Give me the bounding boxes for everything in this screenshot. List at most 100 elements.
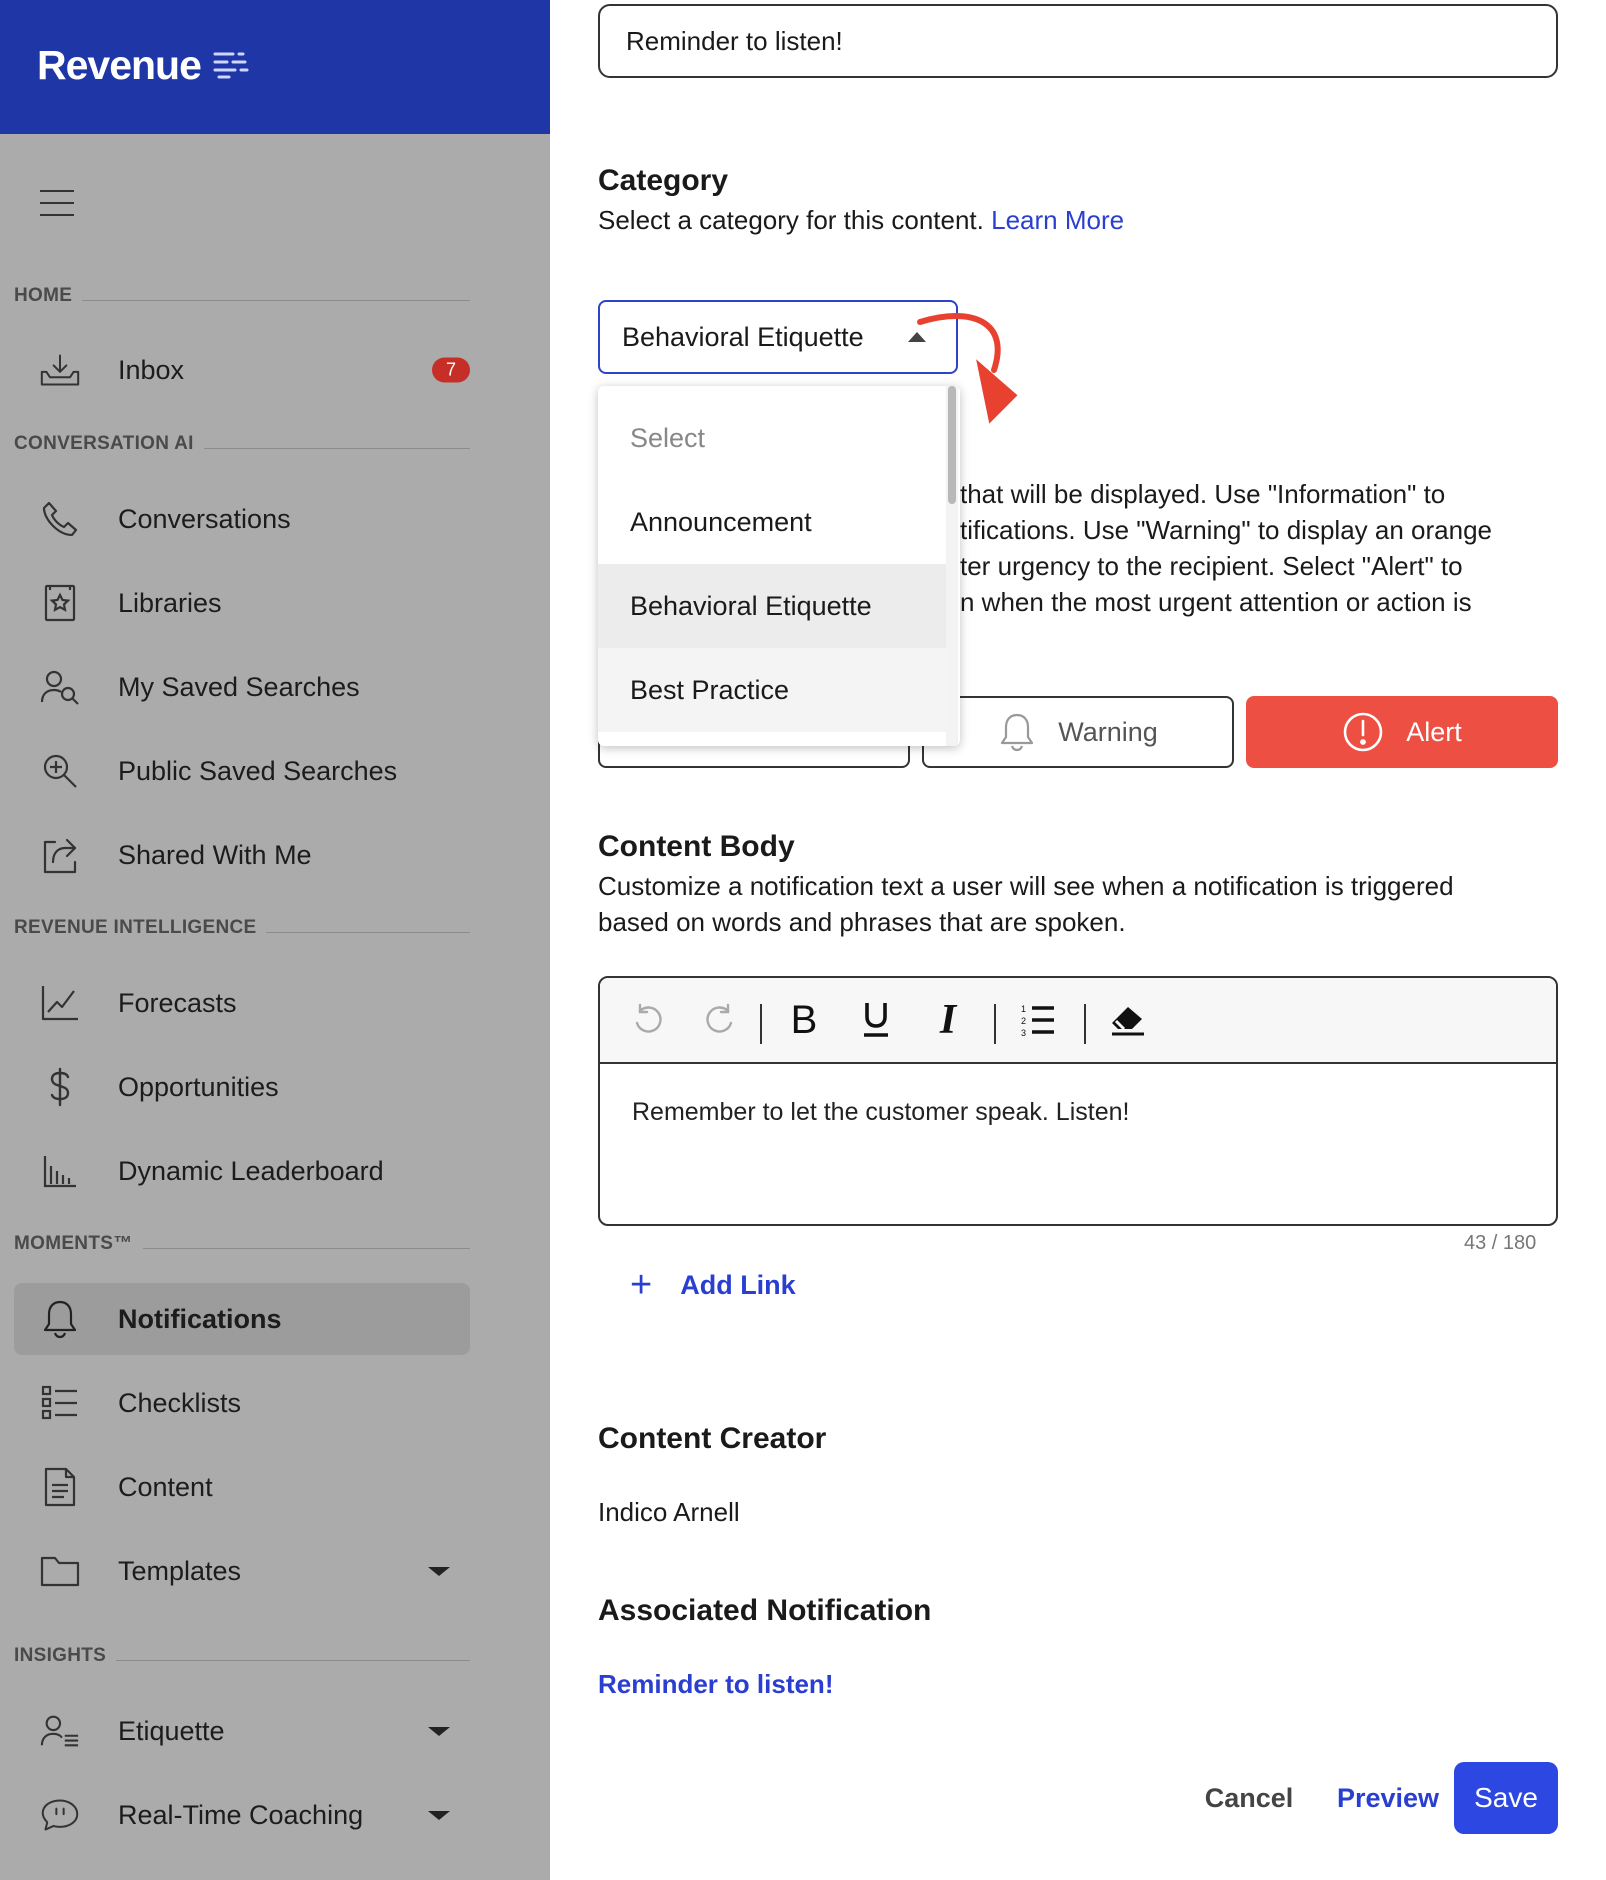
sidebar-item-dynamic-leaderboard-label: Dynamic Leaderboard <box>118 1155 384 1186</box>
undo-icon[interactable] <box>624 996 672 1044</box>
sidebar-item-conversations[interactable]: Conversations <box>14 483 470 555</box>
dropdown-scrollbar-thumb[interactable] <box>948 386 956 504</box>
section-insights: INSIGHTS <box>14 1644 470 1668</box>
chevron-down-icon[interactable] <box>428 1811 450 1820</box>
chat-bubble-icon <box>40 1795 80 1835</box>
rich-text-editor[interactable]: B I 1 2 3 Remember to let the customer s… <box>598 976 1558 1226</box>
zoom-search-icon <box>40 751 80 791</box>
dropdown-option-announcement[interactable]: Announcement <box>598 480 946 564</box>
dropdown-scrollbar[interactable] <box>946 386 958 746</box>
sidebar-item-real-time-coaching[interactable]: Real-Time Coaching <box>14 1779 470 1851</box>
save-button[interactable]: Save <box>1454 1762 1558 1834</box>
folder-icon <box>40 1551 80 1591</box>
sidebar-item-forecasts-label: Forecasts <box>118 987 237 1018</box>
sidebar-item-shared-with-me[interactable]: Shared With Me <box>14 819 470 891</box>
italic-icon[interactable]: I <box>924 996 972 1044</box>
dollar-icon <box>40 1067 80 1107</box>
sidebar-item-libraries[interactable]: Libraries <box>14 567 470 639</box>
numbered-list-icon[interactable]: 1 2 3 <box>1014 996 1062 1044</box>
inbox-count-badge: 7 <box>431 357 470 383</box>
sidebar-item-inbox-label: Inbox <box>118 354 185 385</box>
sidebar-item-dynamic-leaderboard[interactable]: Dynamic Leaderboard <box>14 1135 470 1207</box>
content-creator-heading: Content Creator <box>598 1422 827 1455</box>
sidebar-item-content[interactable]: Content <box>14 1451 470 1523</box>
severity-alert-label: Alert <box>1406 716 1462 747</box>
share-icon <box>40 835 80 875</box>
eraser-icon[interactable] <box>1104 996 1152 1044</box>
menu-toggle-icon[interactable] <box>40 190 74 220</box>
bold-icon[interactable]: B <box>780 996 828 1044</box>
cancel-button[interactable]: Cancel <box>1194 1762 1304 1834</box>
chevron-down-icon[interactable] <box>428 1727 450 1736</box>
section-moments: MOMENTS™ <box>14 1232 470 1256</box>
section-moments-label: MOMENTS™ <box>14 1233 133 1254</box>
checklist-icon <box>40 1383 80 1423</box>
brand-logo-icon <box>213 52 249 79</box>
sidebar-item-forecasts[interactable]: Forecasts <box>14 967 470 1039</box>
sidebar-item-checklists-label: Checklists <box>118 1387 242 1418</box>
content-body-heading: Content Body <box>598 830 795 863</box>
sidebar-item-conversations-label: Conversations <box>118 503 291 534</box>
section-home-label: HOME <box>14 285 73 306</box>
brand-bar: Revenue <box>0 0 550 134</box>
learn-more-link[interactable]: Learn More <box>991 205 1124 235</box>
sidebar-item-inbox[interactable]: Inbox 7 <box>14 334 470 406</box>
sidebar-item-opportunities[interactable]: Opportunities <box>14 1051 470 1123</box>
character-counter: 43 / 180 <box>1464 1232 1537 1254</box>
sidebar-item-real-time-coaching-label: Real-Time Coaching <box>118 1799 364 1830</box>
category-select[interactable]: Behavioral Etiquette <box>598 300 958 374</box>
severity-description-line-4: n when the most urgent attention or acti… <box>960 587 1472 617</box>
section-insights-label: INSIGHTS <box>14 1645 107 1666</box>
content-body-description: Customize a notification text a user wil… <box>598 868 1454 940</box>
severity-description: that will be displayed. Use "Information… <box>960 476 1600 620</box>
severity-warning-label: Warning <box>1058 716 1158 747</box>
severity-warning-button[interactable]: Warning <box>922 696 1234 768</box>
category-dropdown-menu: Select Announcement Behavioral Etiquette… <box>598 386 960 746</box>
content-creator-name: Indico Arnell <box>598 1497 740 1527</box>
sidebar-item-public-saved-searches-label: Public Saved Searches <box>118 755 398 786</box>
section-home: HOME <box>14 284 470 308</box>
redo-icon[interactable] <box>696 996 744 1044</box>
severity-description-line-2: tifications. Use "Warning" to display an… <box>960 515 1492 545</box>
editor-content-text[interactable]: Remember to let the customer speak. List… <box>632 1098 1129 1127</box>
add-link-button[interactable]: + Add Link <box>630 1266 796 1304</box>
dropdown-option-best-practice[interactable]: Best Practice <box>598 648 946 732</box>
content-form: Category Select a category for this cont… <box>550 0 1606 1880</box>
severity-description-line-1: that will be displayed. Use "Information… <box>960 479 1446 509</box>
exclamation-circle-icon <box>1342 711 1384 753</box>
associated-notification-heading: Associated Notification <box>598 1594 932 1627</box>
editor-toolbar: B I 1 2 3 <box>600 978 1556 1064</box>
bell-icon <box>40 1299 80 1339</box>
inbox-icon <box>40 350 80 390</box>
sidebar-item-my-saved-searches[interactable]: My Saved Searches <box>14 651 470 723</box>
sidebar-item-templates-label: Templates <box>118 1555 242 1586</box>
sidebar-item-checklists[interactable]: Checklists <box>14 1367 470 1439</box>
sidebar-item-notifications[interactable]: Notifications <box>14 1283 470 1355</box>
content-body-description-line-2: based on words and phrases that are spok… <box>598 907 1126 937</box>
section-conversation-ai: CONVERSATION AI <box>14 432 470 456</box>
dropdown-option-select[interactable]: Select <box>598 396 946 480</box>
preview-button[interactable]: Preview <box>1330 1762 1446 1834</box>
library-icon <box>40 583 80 623</box>
brand-logo-text[interactable]: Revenue <box>37 42 202 89</box>
associated-notification-link[interactable]: Reminder to listen! <box>598 1666 833 1702</box>
sidebar-item-public-saved-searches[interactable]: Public Saved Searches <box>14 735 470 807</box>
sidebar-item-etiquette[interactable]: Etiquette <box>14 1695 470 1767</box>
sidebar-item-libraries-label: Libraries <box>118 587 222 618</box>
sidebar-item-notifications-label: Notifications <box>118 1303 282 1334</box>
underline-icon[interactable] <box>852 996 900 1044</box>
category-heading: Category <box>598 164 729 197</box>
sidebar-item-my-saved-searches-label: My Saved Searches <box>118 671 360 702</box>
section-revenue-intelligence: REVENUE INTELLIGENCE <box>14 916 470 940</box>
chevron-down-icon[interactable] <box>428 1567 450 1576</box>
line-chart-icon <box>40 983 80 1023</box>
sidebar-item-etiquette-label: Etiquette <box>118 1715 225 1746</box>
sidebar-item-templates[interactable]: Templates <box>14 1535 470 1607</box>
svg-text:2: 2 <box>1021 1016 1026 1026</box>
notification-title-input[interactable] <box>598 4 1558 78</box>
category-select-value: Behavioral Etiquette <box>622 322 864 352</box>
caret-up-icon <box>908 332 926 342</box>
severity-alert-button[interactable]: Alert <box>1246 696 1558 768</box>
dropdown-option-behavioral-etiquette[interactable]: Behavioral Etiquette <box>598 564 946 648</box>
user-list-icon <box>40 1711 80 1751</box>
